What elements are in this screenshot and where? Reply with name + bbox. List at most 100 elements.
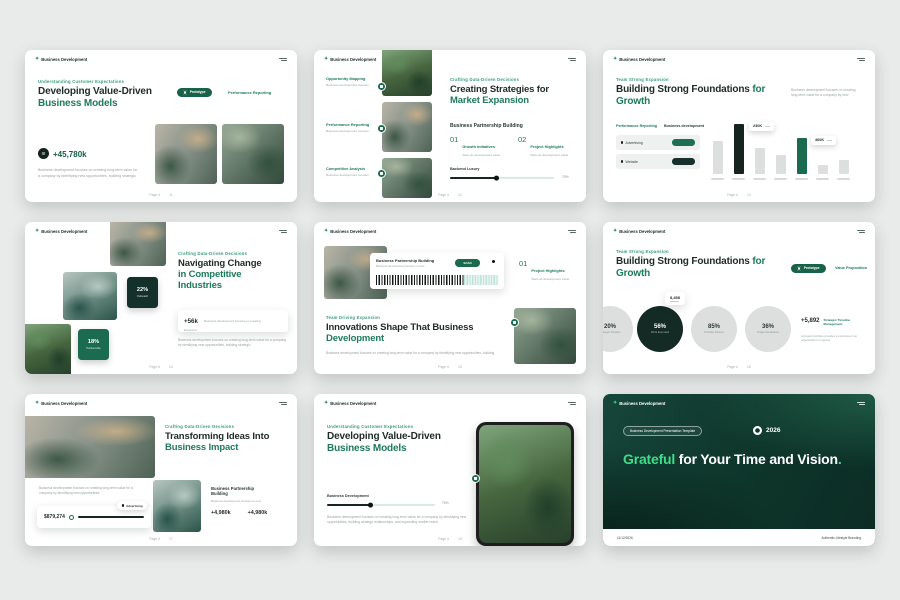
- page-label: Page #: [149, 365, 160, 369]
- tooltip-caption-line: [670, 301, 679, 302]
- brand-name: Business Development: [330, 401, 376, 406]
- brand-name: Business Development: [330, 229, 376, 234]
- slide-thumbnail-6[interactable]: ✦ Business Development Team Strong Expan…: [603, 222, 875, 374]
- tab-performance-reporting[interactable]: Performance Reporting: [616, 124, 657, 128]
- menu-icon[interactable]: [857, 230, 865, 234]
- closing-credit: Authentic Lifestyle Branding: [821, 536, 861, 540]
- slide5-title: Innovations Shape That Business Developm…: [326, 322, 506, 344]
- slide5-footer: Page # 15: [314, 365, 586, 369]
- donut-work-executed: 56% Work Executed: [637, 306, 683, 352]
- page-label: Page #: [438, 193, 449, 197]
- donut-label: Strategic Timeline: [603, 331, 627, 334]
- sparkle-icon: ✦: [613, 401, 617, 406]
- template-pill: Business Development Presentation Templa…: [623, 426, 702, 436]
- stat-value: +56k: [184, 318, 198, 325]
- slide-thumbnail-5[interactable]: ✦ Business Development Business Partners…: [314, 222, 586, 374]
- step-number: 01: [519, 259, 527, 282]
- stat-label: Outreach: [137, 294, 149, 298]
- slide-thumbnail-9[interactable]: ✦ Business Development Business Developm…: [603, 394, 875, 546]
- feature-sub: Business development focuses: [326, 173, 378, 178]
- menu-icon[interactable]: [568, 230, 576, 234]
- slide-thumbnail-4[interactable]: ✦ Business Development 22% Outreach 18% …: [25, 222, 297, 374]
- scan-button[interactable]: SCAN: [455, 259, 480, 267]
- tooltip-value: 460K: [815, 138, 824, 142]
- camera-icon: [377, 169, 386, 178]
- step-01: 01 Project Highlights Start-up developme…: [519, 259, 579, 282]
- slide5-body: Business development focuses on creating…: [326, 351, 511, 356]
- brand-name: Business Development: [619, 57, 665, 62]
- feature-label: Performance Reporting: [326, 122, 378, 127]
- slider-label: Backend Luxury: [450, 167, 480, 171]
- right-stat-2: +4,980k: [248, 510, 268, 516]
- legend-row-advertising[interactable]: Advertising: [616, 135, 700, 150]
- slider[interactable]: [327, 504, 435, 506]
- slide7-footer: Page # 17: [25, 537, 297, 541]
- slide-thumbnail-1[interactable]: ✦ Business Development Understanding Cus…: [25, 50, 297, 202]
- target-circle-icon: [753, 426, 762, 435]
- slide2-title: Creating Strategies for Market Expansion: [450, 84, 580, 106]
- slide6-stat-desc: A project portfolio provides a overview …: [801, 334, 867, 343]
- chart-bar: [797, 138, 807, 174]
- slide2-subheading: Business Partnership Building: [450, 123, 523, 129]
- stat-box-outreach: 22% Outreach: [127, 277, 158, 308]
- page-number: 14: [169, 365, 173, 369]
- barcode: [376, 275, 498, 285]
- badge-ring-icon: [797, 266, 801, 270]
- donut-value: 36%: [762, 324, 774, 330]
- brand-logo: ✦ Business Development: [35, 57, 87, 62]
- slider-knob[interactable]: [368, 502, 373, 507]
- brand-logo: ✦ Business Development: [35, 401, 87, 406]
- slide-thumbnail-8[interactable]: ✦ Business Development Understanding Cus…: [314, 394, 586, 546]
- menu-icon[interactable]: [568, 402, 576, 406]
- chart-bar: [818, 165, 828, 174]
- slide4-title: Navigating Change in Competitive Industr…: [178, 258, 290, 292]
- legend-label: Advertising: [625, 141, 642, 145]
- slide-thumbnail-7[interactable]: ✦ Business Development Crafting Data-Dri…: [25, 394, 297, 546]
- page-number: 12: [458, 193, 462, 197]
- slide4-title-line3: Industries: [178, 280, 290, 291]
- donut-strategic-timeline: 20% Strategic Timeline: [603, 306, 633, 352]
- chart-bar: [713, 141, 723, 174]
- menu-icon[interactable]: [857, 402, 865, 406]
- slide-thumbnail-2[interactable]: ✦ Business Development Opportunity Mappi…: [314, 50, 586, 202]
- slide1-stat: +45,780k: [53, 150, 87, 159]
- step-label: Project Highlights: [530, 144, 563, 149]
- slider-value: 76%: [442, 501, 449, 505]
- page-number: 18: [458, 537, 462, 541]
- prototype-badge[interactable]: Prototype: [177, 88, 212, 97]
- stat-value: 18%: [88, 339, 99, 345]
- slide-thumbnail-3[interactable]: ✦ Business Development Team Strong Expan…: [603, 50, 875, 202]
- brand-logo: ✦ Business Development: [324, 57, 376, 62]
- slide4-title-line2: in Competitive: [178, 269, 290, 280]
- donut-label: Portfolio Review: [697, 331, 731, 334]
- closing-title-green: Grateful: [623, 451, 675, 467]
- slider[interactable]: [450, 177, 554, 179]
- menu-icon[interactable]: [279, 402, 287, 406]
- year-label: 2026: [766, 427, 780, 434]
- slide7-body: Business development focuses on creating…: [39, 486, 139, 497]
- axis-ticks: [711, 178, 850, 180]
- menu-icon[interactable]: [279, 58, 287, 62]
- slide3-title: Building Strong Foundations for Growth: [616, 84, 788, 108]
- right-stat-1: +4,980k: [211, 510, 231, 516]
- sparkle-icon: ✦: [324, 229, 328, 234]
- donut-label: Work Executed: [643, 331, 677, 334]
- menu-icon[interactable]: [279, 230, 287, 234]
- donut-value: 20%: [604, 324, 616, 330]
- brand-logo: ✦ Business Development: [324, 401, 376, 406]
- slide6-title: Building Strong Foundations for Growth: [616, 256, 788, 280]
- slider-knob[interactable]: [494, 175, 499, 180]
- slide8-title: Developing Value-Driven Business Models: [327, 431, 477, 455]
- slide4-eyebrow: Crafting Data-Driven Decisions: [178, 251, 247, 256]
- donut-project-evaluation: 36% Project Evaluation: [745, 306, 791, 352]
- tab-business-development[interactable]: Business development: [664, 124, 704, 128]
- slide1-eyebrow: Understanding Customer Expectations: [38, 79, 124, 84]
- prototype-badge[interactable]: Prototype: [791, 264, 826, 273]
- menu-icon[interactable]: [568, 58, 576, 62]
- expansion-stat-card: +56k Expansion Business development focu…: [178, 310, 288, 332]
- step-sub: Start-up development value: [531, 277, 579, 282]
- menu-icon[interactable]: [857, 58, 865, 62]
- legend-row-website[interactable]: Website: [616, 154, 700, 169]
- slide7-title-line2: Business Impact: [165, 442, 293, 453]
- camera-icon: [377, 82, 386, 91]
